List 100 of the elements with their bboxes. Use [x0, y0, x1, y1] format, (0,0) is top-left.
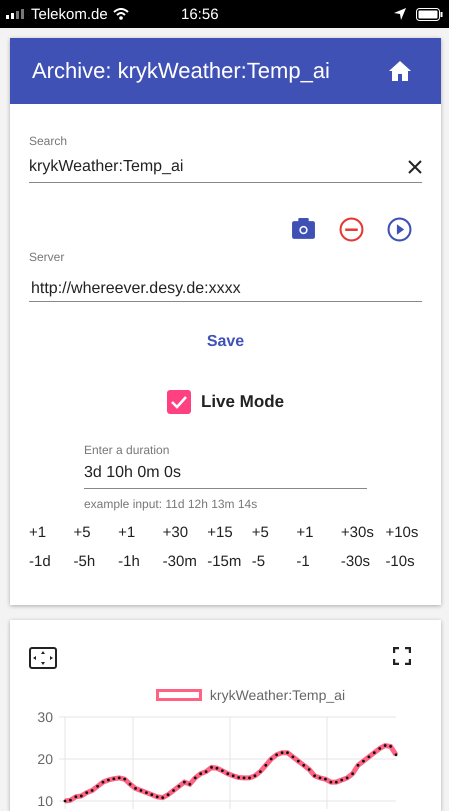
page-title: Archive: krykWeather:Temp_ai: [32, 58, 330, 84]
increase-duration-button[interactable]: +5: [74, 521, 118, 544]
data-point: [280, 751, 284, 754]
increase-duration-button[interactable]: +30s: [340, 521, 386, 544]
data-point: [296, 760, 300, 762]
live-mode-checkbox[interactable]: [166, 390, 191, 414]
data-point: [74, 795, 78, 798]
camera-icon[interactable]: [291, 217, 316, 242]
data-point: [242, 776, 246, 780]
search-field[interactable]: krykWeather:Temp_ai: [29, 152, 422, 183]
data-point: [351, 772, 354, 776]
data-point: [394, 753, 398, 756]
data-point: [340, 778, 344, 782]
increase-duration-button[interactable]: +30: [162, 521, 208, 544]
data-point: [194, 776, 197, 780]
fullscreen-icon[interactable]: [393, 647, 411, 665]
data-point: [258, 770, 262, 773]
server-label: Server: [29, 250, 66, 264]
increase-duration-button[interactable]: +1: [296, 521, 341, 544]
data-point: [161, 796, 164, 800]
increase-duration-button[interactable]: +10s: [385, 521, 430, 544]
increase-duration-button[interactable]: +1: [118, 521, 163, 544]
duration-hint: example input: 11d 12h 13m 14s: [84, 497, 258, 511]
checkmark-icon[interactable]: [170, 395, 188, 409]
data-point: [199, 772, 202, 776]
decrease-duration-button[interactable]: -15m: [207, 550, 252, 573]
data-point: [302, 764, 306, 767]
decrease-duration-button[interactable]: -1: [296, 550, 341, 573]
data-point: [123, 778, 126, 781]
data-point: [329, 780, 332, 784]
decrease-duration-button[interactable]: -5h: [74, 550, 118, 573]
signal-icon: [6, 9, 26, 19]
data-point: [286, 751, 289, 754]
play-circle-icon[interactable]: [387, 217, 412, 242]
close-icon[interactable]: [408, 160, 422, 174]
data-point: [334, 780, 338, 784]
duration-field[interactable]: 3d 10h 0m 0s: [84, 457, 367, 489]
data-point: [145, 791, 148, 794]
remove-circle-icon[interactable]: [339, 217, 364, 242]
fit-to-screen-icon[interactable]: [29, 647, 57, 669]
server-field[interactable]: http://whereever.desy.de:xxxx: [29, 264, 422, 302]
data-point: [128, 782, 132, 786]
decrease-duration-button[interactable]: -30s: [340, 550, 386, 573]
data-point: [318, 776, 322, 780]
data-point: [270, 758, 273, 760]
y-axis-label: 10: [37, 793, 53, 809]
data-point: [80, 794, 83, 798]
data-point: [346, 776, 349, 780]
legend-swatch[interactable]: [156, 689, 202, 701]
data-point: [220, 769, 224, 772]
decrease-duration-button[interactable]: -5: [252, 550, 296, 573]
data-point: [232, 774, 235, 778]
data-point: [134, 787, 137, 790]
data-point: [389, 745, 392, 748]
y-axis-label: 30: [37, 709, 53, 725]
data-point: [216, 766, 218, 770]
increase-duration-button[interactable]: +5: [252, 521, 296, 544]
data-point: [313, 774, 316, 778]
data-point: [264, 764, 268, 767]
data-point: [178, 784, 180, 788]
save-button[interactable]: Save: [194, 327, 256, 357]
live-mode-label: Live Mode: [200, 392, 284, 412]
data-point: [107, 778, 110, 782]
data-point: [118, 776, 121, 780]
data-point: [150, 793, 154, 796]
decrease-duration-button[interactable]: -1h: [118, 550, 163, 573]
data-point: [96, 784, 99, 788]
data-point: [308, 768, 311, 771]
carrier-name: Telekom.de: [31, 6, 108, 22]
data-point: [367, 756, 370, 758]
y-axis-label: 20: [37, 751, 53, 767]
decrease-duration-button[interactable]: -10s: [385, 550, 430, 573]
data-point: [226, 772, 230, 776]
data-point: [210, 766, 213, 769]
data-point: [69, 798, 72, 802]
data-point: [356, 764, 360, 767]
increase-duration-button[interactable]: +1: [29, 521, 74, 544]
clock-time: 16:56: [181, 6, 220, 22]
increase-duration-button[interactable]: +15: [207, 521, 252, 544]
data-point: [188, 782, 192, 786]
data-point: [64, 800, 66, 802]
data-point: [384, 744, 387, 747]
data-point: [362, 760, 365, 762]
data-point: [248, 776, 251, 780]
decrease-duration-button[interactable]: -30m: [162, 550, 208, 573]
data-point: [292, 756, 294, 758]
data-point: [166, 793, 170, 796]
search-label: Search: [29, 134, 68, 148]
wifi-icon: [112, 8, 129, 20]
decrease-duration-button[interactable]: -1d: [29, 550, 74, 573]
data-point: [140, 789, 142, 792]
legend-label[interactable]: krykWeather:Temp_ai: [210, 687, 346, 703]
data-point: [90, 789, 94, 792]
battery-icon: [416, 8, 443, 20]
data-point: [324, 778, 327, 781]
home-icon[interactable]: [389, 61, 411, 81]
data-point: [182, 780, 186, 784]
data-point: [112, 777, 116, 780]
data-point: [172, 789, 175, 792]
data-point: [156, 795, 159, 798]
